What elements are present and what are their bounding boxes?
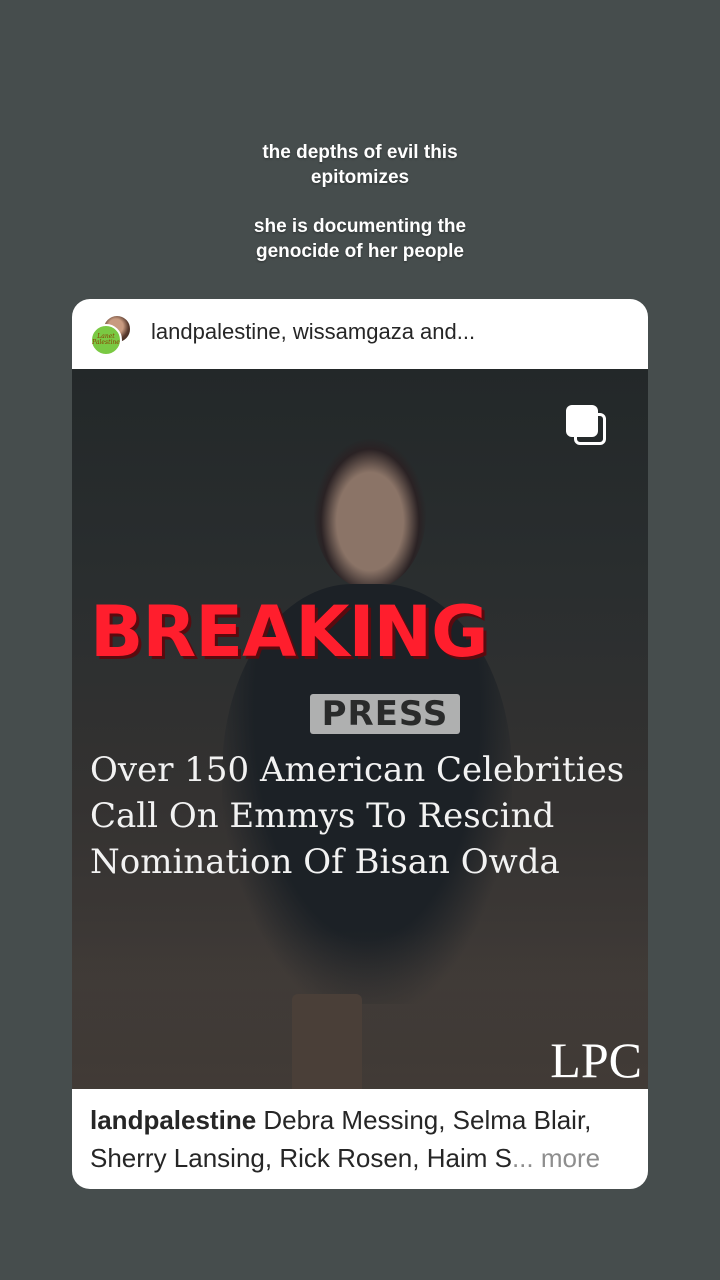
lpc-watermark: LPC — [550, 1032, 642, 1088]
story-text-line: epitomizes — [310, 167, 410, 188]
caption-ellipsis: ... — [511, 1143, 534, 1173]
caption-text: Sherry Lansing, Rick Rosen, Haim S — [90, 1143, 512, 1173]
post-authors[interactable]: landpalestine, wissamgaza and... — [151, 319, 475, 345]
post-headline: Over 150 American Celebrities Call On Em… — [90, 747, 630, 885]
post-caption[interactable]: landpalestine Debra Messing, Selma Blair… — [90, 1101, 630, 1177]
breaking-label: BREAKING — [90, 591, 489, 673]
photo-post — [292, 994, 362, 1089]
shared-post-card[interactable]: Lanet Palestine landpalestine, wissamgaz… — [72, 299, 648, 1189]
avatar-primary: Lanet Palestine — [90, 324, 122, 356]
carousel-icon — [566, 405, 610, 449]
avatar[interactable]: Lanet Palestine — [90, 314, 132, 356]
photo-person-head — [314, 439, 426, 589]
caption-username[interactable]: landpalestine — [90, 1105, 256, 1135]
story-text-line: she is documenting the — [253, 216, 467, 237]
press-patch: PRESS — [310, 694, 460, 734]
story-text: the depths of evil this epitomizes she i… — [0, 140, 720, 264]
caption-text: Debra Messing, Selma Blair, — [256, 1105, 592, 1135]
headline-line: Over 150 American Celebrities — [90, 750, 625, 790]
headline-line: Call On Emmys To Rescind — [90, 796, 555, 836]
story-text-line: genocide of her people — [256, 241, 464, 262]
more-link[interactable]: more — [534, 1143, 600, 1173]
headline-line: Nomination Of Bisan Owda — [90, 842, 560, 882]
post-image[interactable]: PRESS BREAKING Over 150 American Celebri… — [72, 369, 648, 1089]
story-text-line: the depths of evil this — [262, 142, 458, 163]
post-header[interactable]: Lanet Palestine landpalestine, wissamgaz… — [72, 299, 648, 369]
avatar-logo-text: Lanet Palestine — [92, 333, 120, 346]
